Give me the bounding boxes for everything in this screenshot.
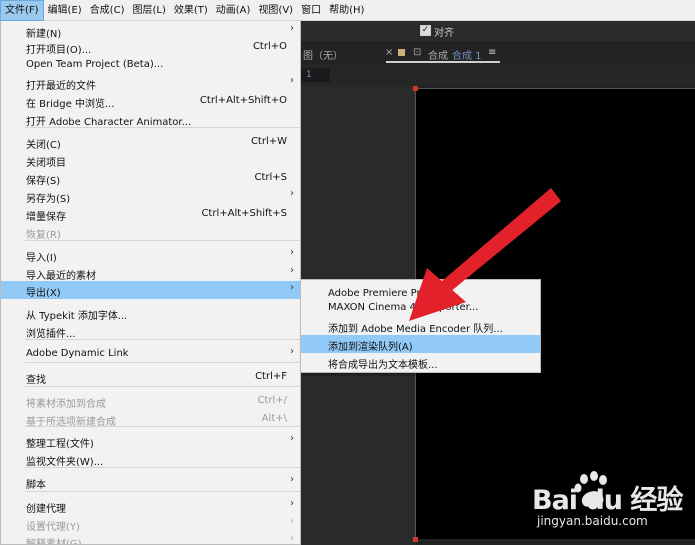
watermark-site: jingyan.baidu.com <box>537 514 648 528</box>
watermark-logo: Bai du 经验 <box>532 485 683 516</box>
app-window: ✒ ✦ ✥ ⚲ ✓ 对齐 ↗ ⛶ 图（无） × ⊡ 合成 合成 1 ≡ 1 文件… <box>0 0 695 545</box>
paw-logo-icon <box>574 471 607 507</box>
